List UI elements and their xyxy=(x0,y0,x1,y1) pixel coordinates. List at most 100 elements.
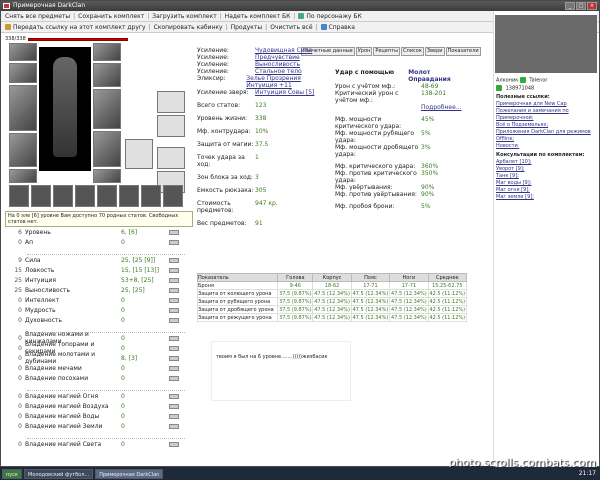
toolbar-remove-all[interactable]: Снять все предметы xyxy=(5,13,70,20)
close-button[interactable]: × xyxy=(587,2,597,10)
user-name[interactable]: Talenor xyxy=(529,78,547,84)
minimize-button[interactable]: _ xyxy=(565,2,575,10)
stat-plus-minus-button[interactable] xyxy=(169,393,179,399)
toolbar-save-set[interactable]: Сохранить комплект xyxy=(78,13,144,20)
stat-plus-minus-button[interactable] xyxy=(169,257,179,263)
upgrade-link[interactable]: Стальное тело xyxy=(255,68,302,75)
stat-plus-minus-button[interactable] xyxy=(169,423,179,429)
taskbar-item-active[interactable]: Примерочная DarkClan xyxy=(95,468,164,479)
sidebar-link[interactable]: Приложения DarkClan для режимов Offline; xyxy=(496,129,595,143)
stat-plus-minus-button[interactable] xyxy=(169,355,179,361)
stat-base-value: 25 xyxy=(14,286,22,294)
attack-value: 48-69 xyxy=(421,83,439,90)
consult-link[interactable]: Маг земли [9]; xyxy=(496,194,595,201)
stat-plus-minus-button[interactable] xyxy=(169,267,179,273)
stat-plus-minus-button[interactable] xyxy=(169,375,179,381)
toolbar-load-set[interactable]: Загрузить комплект xyxy=(152,13,216,20)
taskbar-item[interactable]: Молодовский футбол... xyxy=(24,468,94,479)
potion-slot-2[interactable] xyxy=(157,115,185,137)
stat-plus-minus-button[interactable] xyxy=(169,413,179,419)
tab-damage[interactable]: Урон xyxy=(355,47,373,56)
potion-slot-1[interactable] xyxy=(157,91,185,113)
sidebar-link[interactable]: Новости. xyxy=(496,143,595,150)
sidebar-link[interactable]: Пожелания и замечания по Примерочной; xyxy=(496,108,595,122)
tab-recipes[interactable]: Рецепты xyxy=(373,47,401,56)
rune-slot-4[interactable] xyxy=(141,185,161,207)
rune-slot-2[interactable] xyxy=(97,185,117,207)
stat-value: 25, [25] xyxy=(121,286,145,294)
hp-bar-fill xyxy=(27,37,128,41)
stat-base-value: 6 xyxy=(18,228,22,236)
maximize-button[interactable]: □ xyxy=(576,2,586,10)
pet-slot-1[interactable] xyxy=(157,147,185,169)
sidebar-link[interactable]: Примерочная для New Cap xyxy=(496,101,595,108)
tab-indicators[interactable]: Показатели xyxy=(445,47,481,56)
upgrade-link[interactable]: Зелье Прозрения Интуиция +11 xyxy=(246,75,333,89)
consult-link[interactable]: Танк [9]; xyxy=(496,173,595,180)
bracer-slot[interactable] xyxy=(93,63,121,87)
upgrade-row: Усиление: Чудовищная Сила xyxy=(197,47,333,54)
upgrade-link[interactable]: Интуиция Совы [5] xyxy=(255,89,314,96)
start-button[interactable]: пуск xyxy=(2,468,22,479)
stat-plus-minus-button[interactable] xyxy=(169,365,179,371)
table-cell: 42.5 (11.12%) xyxy=(427,305,468,314)
stat-value: 6, [6] xyxy=(121,228,138,236)
upgrade-link[interactable]: Выносливость xyxy=(255,61,300,68)
stat-plus-minus-button[interactable] xyxy=(169,441,179,447)
helmet-slot[interactable] xyxy=(93,43,121,61)
toolbar-help[interactable]: Справка xyxy=(329,24,355,31)
shield-slot[interactable] xyxy=(93,89,121,129)
ring-slot-1[interactable] xyxy=(9,185,29,207)
stat-label: Мудрость xyxy=(25,306,56,314)
ring-slot-2[interactable] xyxy=(31,185,51,207)
toolbar-by-character[interactable]: По персонажу БК xyxy=(306,13,361,20)
tab-beasts[interactable]: Звери xyxy=(424,47,445,56)
consult-link[interactable]: Маг огня [9]; xyxy=(496,187,595,194)
gloves-slot[interactable] xyxy=(93,131,121,167)
tab-list[interactable]: Список xyxy=(401,47,424,56)
earring-slot[interactable] xyxy=(9,43,37,61)
details-link[interactable]: Подробнее... xyxy=(421,104,462,111)
calc-row: Защита от магии: 37.5 xyxy=(197,141,333,148)
user-name[interactable]: Алконик xyxy=(496,78,518,84)
belt-slot[interactable] xyxy=(9,169,37,183)
weapon-slot[interactable] xyxy=(9,85,37,131)
stat-value: 0 xyxy=(121,306,125,314)
armor-slot[interactable] xyxy=(9,133,37,167)
toolbar-products[interactable]: Продукты xyxy=(231,24,263,31)
toolbar-share-link[interactable]: Передать ссылку на этот комплект другу xyxy=(13,24,146,31)
stat-plus-minus-button[interactable] xyxy=(169,317,179,323)
stat-plus-minus-button[interactable] xyxy=(169,229,179,235)
table-cell: 42.5 (11.12%) xyxy=(427,313,468,322)
pet-figure-slot[interactable] xyxy=(125,139,153,169)
upgrade-link[interactable]: Предчувствие xyxy=(255,54,300,61)
attack-header-label: Удар с помощью xyxy=(335,69,395,76)
consult-link[interactable]: Арбалет [10]; xyxy=(496,159,595,166)
rune-slot-5[interactable] xyxy=(163,185,183,207)
stat-plus-minus-button[interactable] xyxy=(169,335,179,341)
stat-row: 0 Владение молотами и дубинами 8, [3] xyxy=(5,351,193,365)
stat-plus-minus-button[interactable] xyxy=(169,345,179,351)
stat-label: Уровень xyxy=(25,228,51,236)
stat-plus-minus-button[interactable] xyxy=(169,287,179,293)
stat-base-value: 0 xyxy=(18,364,22,372)
toolbar-wear-bk-set[interactable]: Надеть комплект БК xyxy=(225,13,291,20)
upgrade-link[interactable]: Чудовищная Сила xyxy=(255,47,312,54)
consult-link[interactable]: Маг воды [9]; xyxy=(496,180,595,187)
necklace-slot[interactable] xyxy=(9,63,37,83)
consult-link[interactable]: Уворот [9]; xyxy=(496,166,595,173)
toolbar-clear-all[interactable]: Очистить всё xyxy=(270,24,312,31)
toolbar-copy-cabin[interactable]: Скопировать кабинку xyxy=(154,24,223,31)
stat-plus-minus-button[interactable] xyxy=(169,239,179,245)
stat-plus-minus-button[interactable] xyxy=(169,297,179,303)
stat-plus-minus-button[interactable] xyxy=(169,277,179,283)
stat-plus-minus-button[interactable] xyxy=(169,403,179,409)
stat-plus-minus-button[interactable] xyxy=(169,307,179,313)
boots-slot[interactable] xyxy=(93,169,121,183)
rune-slot-1[interactable] xyxy=(75,185,95,207)
rune-slot-3[interactable] xyxy=(119,185,139,207)
ring-slot-3[interactable] xyxy=(53,185,73,207)
calc-value: 1 xyxy=(255,154,259,161)
weapon-link[interactable]: Молот Оправдания xyxy=(408,69,465,83)
sidebar-link[interactable]: Всё о Подземельях; xyxy=(496,122,595,129)
